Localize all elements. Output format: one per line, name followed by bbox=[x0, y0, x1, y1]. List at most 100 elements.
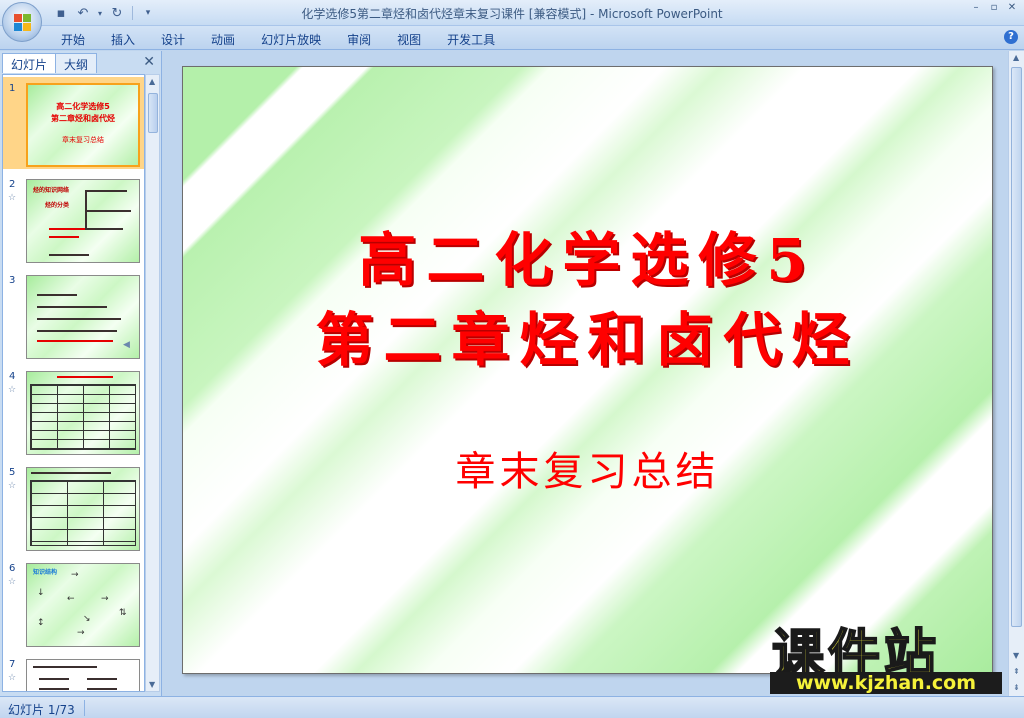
thumbnail-title-line: 知识结构 bbox=[33, 569, 58, 576]
close-button[interactable]: ✕ bbox=[1004, 2, 1020, 14]
diagram-arrow: ↓ bbox=[37, 588, 45, 598]
tab-slides[interactable]: 幻灯片 bbox=[2, 53, 57, 73]
thumbnail-title-line: 第二章烃和卤代烃 bbox=[51, 114, 115, 123]
tab-home[interactable]: 开始 bbox=[48, 29, 98, 50]
thumbnail-image bbox=[26, 467, 140, 551]
thumbnail-slide-3[interactable]: 3 ◀ bbox=[3, 269, 144, 361]
thumbnail-slide-4[interactable]: 4 ☆ bbox=[3, 365, 144, 457]
thumbnail-number: 3 bbox=[9, 275, 16, 286]
thumbnail-image: ◀ bbox=[26, 275, 140, 359]
tab-animations[interactable]: 动画 bbox=[198, 29, 248, 50]
text-line bbox=[33, 666, 97, 668]
restore-button[interactable]: ▫ bbox=[986, 2, 1002, 14]
diagram-arrow: ↘ bbox=[83, 614, 91, 624]
thumbnail-image: 高二化学选修5 第二章烃和卤代烃 章末复习总结 bbox=[26, 83, 140, 167]
scroll-up-icon[interactable]: ▲ bbox=[149, 77, 155, 86]
next-slide-icon[interactable]: ⇟ bbox=[1013, 683, 1020, 692]
tab-outline[interactable]: 大纲 bbox=[55, 53, 98, 73]
thumbnail-slide-5[interactable]: 5 ☆ bbox=[3, 461, 144, 553]
thumbnail-title-line: 烃的分类 bbox=[45, 202, 70, 209]
text-line bbox=[87, 678, 117, 680]
diagram-line bbox=[87, 210, 131, 212]
thumbnail-slide-2[interactable]: 2 ☆ 烃的知识网络 烃的分类 bbox=[3, 173, 144, 265]
diagram-line bbox=[49, 236, 79, 238]
thumbnail-slide-1[interactable]: 1 高二化学选修5 第二章烃和卤代烃 章末复习总结 bbox=[3, 77, 144, 169]
scroll-thumb[interactable] bbox=[1011, 67, 1022, 627]
status-separator bbox=[84, 700, 85, 716]
thumbnail-image bbox=[26, 371, 140, 455]
diagram-line bbox=[49, 228, 85, 230]
window-controls: – ▫ ✕ bbox=[968, 2, 1020, 14]
scroll-down-icon[interactable]: ▼ bbox=[1013, 651, 1019, 660]
slide-title-line-1[interactable]: 高二化学选修5 bbox=[183, 213, 992, 297]
tab-view[interactable]: 视图 bbox=[384, 29, 434, 50]
text-line bbox=[37, 318, 121, 320]
tab-developer[interactable]: 开发工具 bbox=[434, 29, 508, 50]
watermark-url: www.kjzhan.com bbox=[770, 672, 1002, 694]
text-line bbox=[37, 294, 77, 296]
status-bar: 幻灯片 1/73 bbox=[0, 696, 1024, 718]
thumbnail-subtitle-line: 章末复习总结 bbox=[62, 136, 104, 144]
text-line bbox=[37, 340, 113, 342]
ribbon-tabs: 开始 插入 设计 动画 幻灯片放映 审阅 视图 开发工具 bbox=[48, 29, 508, 50]
thumbnail-list: 1 高二化学选修5 第二章烃和卤代烃 章末复习总结 2 ☆ 烃的知识网络 烃的分… bbox=[2, 74, 145, 692]
thumbnail-number: 7 bbox=[9, 659, 16, 670]
diagram-arrow: → bbox=[101, 594, 109, 604]
thumbnail-number: 2 bbox=[9, 179, 16, 190]
text-line bbox=[87, 688, 117, 690]
site-watermark: 课件站 www.kjzhan.com bbox=[770, 612, 1010, 698]
animation-star-icon: ☆ bbox=[8, 385, 17, 395]
animation-star-icon: ☆ bbox=[8, 673, 17, 683]
diagram-line bbox=[87, 228, 123, 230]
thumbnail-title-line: 烃的知识网络 bbox=[33, 187, 70, 194]
slide-editor: 高二化学选修5 第二章烃和卤代烃 章末复习总结 bbox=[163, 51, 1008, 696]
diagram-arrow: → bbox=[71, 570, 79, 580]
office-button[interactable] bbox=[2, 2, 42, 42]
thumbnail-number: 5 bbox=[9, 467, 16, 478]
diagram-arrow: ↕ bbox=[37, 618, 45, 628]
text-line bbox=[37, 306, 107, 308]
slide-indicator: 幻灯片 1/73 bbox=[8, 703, 75, 717]
animation-star-icon: ☆ bbox=[8, 193, 17, 203]
thumbnail-image bbox=[26, 659, 140, 691]
ribbon-tab-bar: 开始 插入 设计 动画 幻灯片放映 审阅 视图 开发工具 ? bbox=[0, 26, 1024, 50]
table-title bbox=[57, 376, 113, 378]
thumbnail-number: 1 bbox=[9, 83, 16, 94]
pane-close-icon[interactable]: ✕ bbox=[143, 54, 155, 70]
window-title: 化学选修5第二章烃和卤代烃章末复习课件 [兼容模式] - Microsoft P… bbox=[301, 7, 723, 21]
thumbnail-number: 6 bbox=[9, 563, 16, 574]
slides-pane: 幻灯片 大纲 ✕ 1 高二化学选修5 第二章烃和卤代烃 章末复习总结 2 ☆ 烃… bbox=[0, 51, 162, 696]
tab-insert[interactable]: 插入 bbox=[98, 29, 148, 50]
diagram-arrow: ← bbox=[67, 594, 75, 604]
previous-slide-icon[interactable]: ⇞ bbox=[1013, 667, 1020, 676]
thumbnail-image: 知识结构 → ↓ ← → ⇅ ↘ ↕ → bbox=[26, 563, 140, 647]
thumbnail-slide-6[interactable]: 6 ☆ 知识结构 → ↓ ← → ⇅ ↘ ↕ → bbox=[3, 557, 144, 649]
tab-slideshow[interactable]: 幻灯片放映 bbox=[248, 29, 334, 50]
table-grid bbox=[30, 384, 136, 450]
animation-star-icon: ☆ bbox=[8, 481, 17, 491]
minimize-button[interactable]: – bbox=[968, 2, 984, 14]
back-arrow-icon: ◀ bbox=[123, 340, 130, 350]
thumbnail-image: 烃的知识网络 烃的分类 bbox=[26, 179, 140, 263]
scroll-thumb[interactable] bbox=[148, 93, 158, 133]
current-slide[interactable]: 高二化学选修5 第二章烃和卤代烃 章末复习总结 bbox=[182, 66, 993, 674]
slide-subtitle[interactable]: 章末复习总结 bbox=[183, 439, 992, 497]
tab-review[interactable]: 审阅 bbox=[334, 29, 384, 50]
tab-design[interactable]: 设计 bbox=[148, 29, 198, 50]
title-bar: ▪ ↶ ▾ ↻ ▾ 化学选修5第二章烃和卤代烃章末复习课件 [兼容模式] - M… bbox=[0, 0, 1024, 42]
pane-tabs: 幻灯片 大纲 bbox=[2, 53, 98, 73]
scroll-up-icon[interactable]: ▲ bbox=[1013, 53, 1019, 62]
diagram-arrow: → bbox=[77, 628, 85, 638]
diagram-arrow: ⇅ bbox=[119, 608, 127, 618]
table-grid bbox=[30, 480, 136, 546]
thumbnail-scrollbar[interactable]: ▲ ▼ bbox=[145, 74, 160, 692]
thumbnail-slide-7[interactable]: 7 ☆ bbox=[3, 653, 144, 691]
table-title bbox=[31, 472, 111, 474]
text-line bbox=[37, 330, 117, 332]
text-line bbox=[39, 688, 69, 690]
slide-title-line-2[interactable]: 第二章烃和卤代烃 bbox=[183, 293, 992, 377]
scroll-down-icon[interactable]: ▼ bbox=[149, 680, 155, 689]
thumbnail-number: 4 bbox=[9, 371, 16, 382]
help-icon[interactable]: ? bbox=[1004, 30, 1018, 44]
editor-scrollbar[interactable]: ▲ ▼ ⇞ ⇟ bbox=[1008, 51, 1024, 696]
